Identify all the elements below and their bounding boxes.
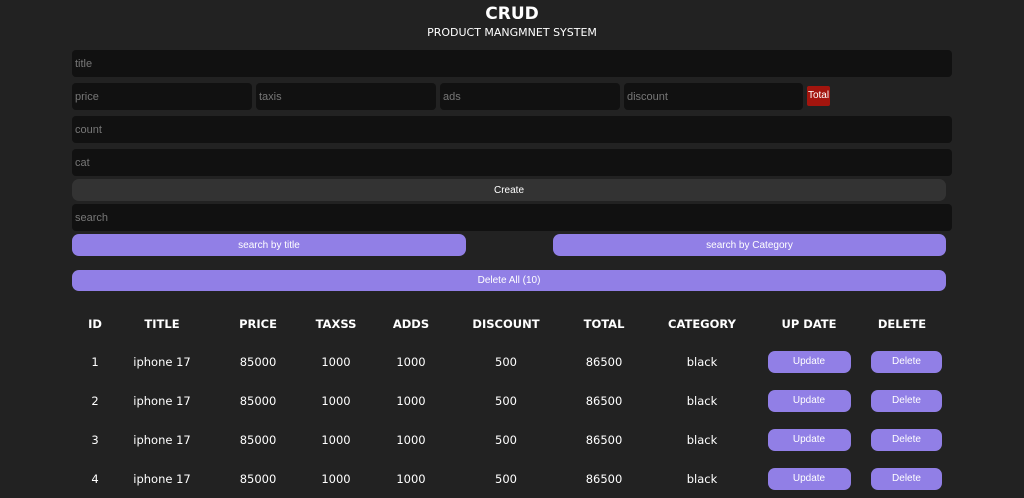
delete-button[interactable]: Delete <box>871 428 942 451</box>
column-header: DISCOUNT <box>472 317 540 331</box>
delete-all-button[interactable]: Delete All (10) <box>72 270 946 291</box>
column-header: DELETE <box>877 317 927 331</box>
column-header: ADDS <box>392 317 430 331</box>
table-row: 3 iphone 17 85000 1000 1000 500 86500 black Upda… <box>72 420 942 459</box>
cell-discount: 500 <box>495 354 517 369</box>
cell-total: 86500 <box>585 393 623 408</box>
delete-button[interactable]: Delete <box>871 389 942 412</box>
column-header: TITLE <box>144 317 180 331</box>
delete-cell: Delete <box>870 342 942 381</box>
products-table: ID TITLE PRICE TAXSS ADDS DISCOUNT TOTAL CATEGO… <box>72 306 942 498</box>
update-cell: Update <box>748 342 870 381</box>
page-title: CRUD <box>485 4 539 24</box>
discount-input[interactable] <box>624 83 803 110</box>
update-button[interactable]: Update <box>767 389 851 412</box>
table-header-row: ID TITLE PRICE TAXSS ADDS DISCOUNT TOTAL CATEGO… <box>72 306 934 342</box>
create-button[interactable]: Create <box>72 179 946 201</box>
cell-title: iphone 17 <box>133 432 191 447</box>
cell-discount: 500 <box>495 432 517 447</box>
count-input[interactable] <box>72 116 952 143</box>
update-cell: Update <box>748 381 870 420</box>
search-by-category-button[interactable]: search by Category <box>553 234 946 256</box>
cell-id: 3 <box>91 432 99 447</box>
update-cell: Update <box>748 420 870 459</box>
delete-button[interactable]: Delete <box>871 350 942 373</box>
column-header: UP DATE <box>781 317 837 331</box>
cell-ads: 1000 <box>396 393 426 408</box>
search-input[interactable] <box>72 204 952 231</box>
cell-price: 85000 <box>239 354 277 369</box>
price-input[interactable] <box>72 83 252 110</box>
cell-title: iphone 17 <box>133 354 191 369</box>
cell-taxes: 1000 <box>321 432 351 447</box>
search-by-title-button[interactable]: search by title <box>72 234 466 256</box>
column-header: TAXSS <box>315 317 357 331</box>
column-header: PRICE <box>239 317 277 331</box>
page-subtitle: PRODUCT MANGMNET SYSTEM <box>427 26 597 39</box>
ads-input[interactable] <box>440 83 620 110</box>
cell-taxes: 1000 <box>321 354 351 369</box>
cell-id: 2 <box>91 393 99 408</box>
cell-ads: 1000 <box>396 432 426 447</box>
taxes-input[interactable] <box>256 83 436 110</box>
delete-cell: Delete <box>870 381 942 420</box>
table-row: 1 iphone 17 85000 1000 1000 500 86500 black Upda… <box>72 342 942 381</box>
delete-cell: Delete <box>870 420 942 459</box>
cell-category: black <box>686 393 718 408</box>
cell-title: iphone 17 <box>133 393 191 408</box>
cell-ads: 1000 <box>396 354 426 369</box>
cell-category: black <box>686 432 718 447</box>
title-input[interactable] <box>72 50 952 77</box>
update-button[interactable]: Update <box>767 350 851 373</box>
category-input[interactable] <box>72 149 952 176</box>
table-row: 2 iphone 17 85000 1000 1000 500 86500 black Upda… <box>72 381 942 420</box>
column-header: CATEGORY <box>668 317 736 331</box>
cell-price: 85000 <box>239 393 277 408</box>
cell-category: black <box>686 354 718 369</box>
cell-discount: 500 <box>495 393 517 408</box>
cell-id: 1 <box>91 354 99 369</box>
total-badge: Total <box>807 86 830 106</box>
cell-price: 85000 <box>239 432 277 447</box>
update-button[interactable]: Update <box>767 428 851 451</box>
cell-total: 86500 <box>585 432 623 447</box>
column-header: ID <box>88 317 102 331</box>
cell-taxes: 1000 <box>321 393 351 408</box>
column-header: TOTAL <box>583 317 625 331</box>
cell-total: 86500 <box>585 354 623 369</box>
